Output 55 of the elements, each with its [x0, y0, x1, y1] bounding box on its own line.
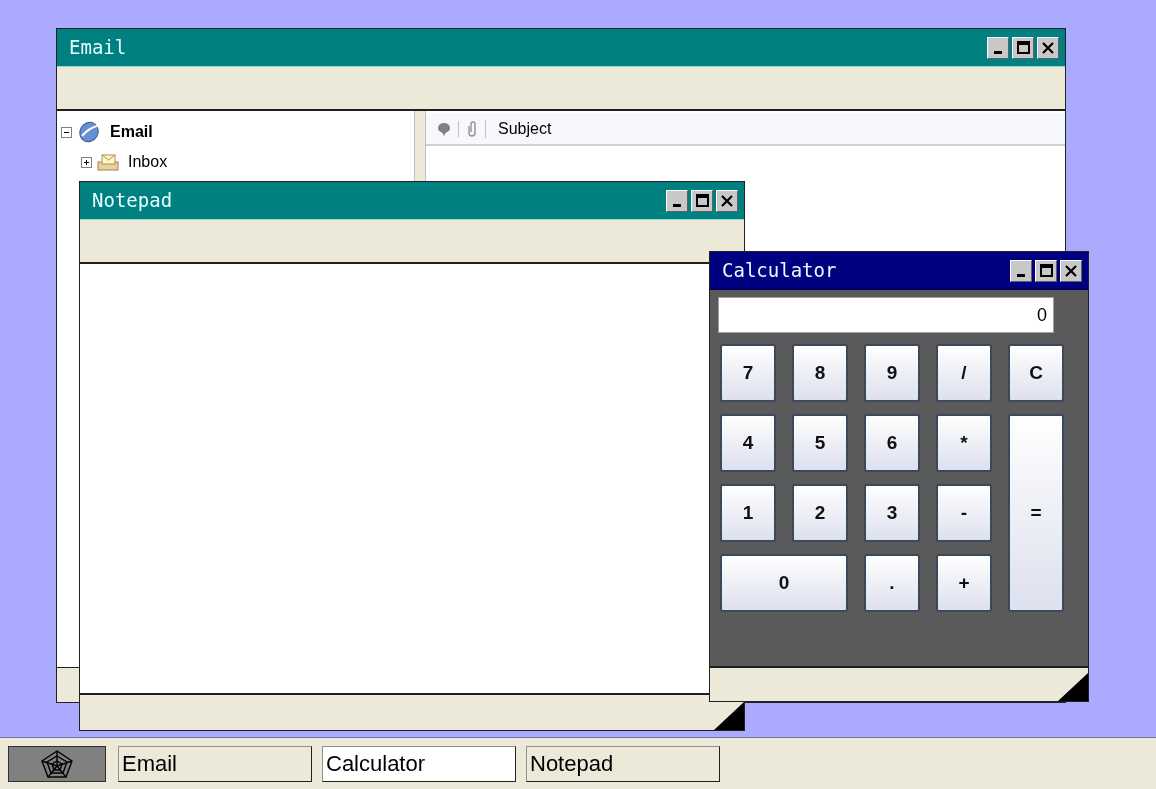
calculator-key[interactable]: *: [936, 414, 992, 472]
close-button[interactable]: [1060, 259, 1082, 282]
calculator-key[interactable]: 0: [720, 554, 848, 612]
calculator-key[interactable]: +: [936, 554, 992, 612]
maximize-icon: [695, 194, 709, 207]
spider-web-icon: [40, 748, 74, 779]
plus-icon: [82, 157, 91, 167]
minimize-icon: [673, 203, 681, 207]
calculator-key[interactable]: =: [1008, 414, 1064, 612]
column-header[interactable]: Subject: [498, 116, 552, 141]
minimize-button[interactable]: [1010, 259, 1032, 282]
minimize-button[interactable]: [987, 36, 1009, 59]
minimize-button[interactable]: [666, 189, 688, 212]
globe-icon: [76, 120, 102, 144]
calculator-key[interactable]: 8: [792, 344, 848, 402]
calculator-key[interactable]: 4: [720, 414, 776, 472]
collapse-toggle[interactable]: [61, 126, 72, 138]
calculator-key[interactable]: .: [864, 554, 920, 612]
close-icon: [1042, 41, 1054, 54]
tree-item[interactable]: Email: [110, 120, 153, 144]
window-title: Notepad: [92, 188, 173, 214]
close-icon: [1065, 264, 1077, 277]
close-button[interactable]: [716, 189, 738, 212]
taskbar-button[interactable]: Email: [118, 745, 312, 782]
calculator-key[interactable]: 2: [792, 484, 848, 542]
maximize-button[interactable]: [1035, 259, 1057, 282]
calculator-key[interactable]: 3: [864, 484, 920, 542]
maximize-button[interactable]: [691, 189, 713, 212]
taskbar-button[interactable]: Notepad: [526, 745, 720, 782]
calculator-key[interactable]: 7: [720, 344, 776, 402]
envelope-tray-icon: [96, 152, 120, 172]
expand-toggle[interactable]: [81, 156, 92, 168]
calculator-key[interactable]: C: [1008, 344, 1064, 402]
resize-grip[interactable]: [1058, 673, 1088, 701]
speech-bubble-icon: [436, 120, 452, 137]
close-button[interactable]: [1037, 36, 1059, 59]
calculator-key[interactable]: -: [936, 484, 992, 542]
minimize-icon: [994, 50, 1002, 54]
calculator-key[interactable]: 6: [864, 414, 920, 472]
paperclip-icon: [465, 119, 479, 138]
window-title: Calculator: [722, 258, 837, 284]
calculator-key[interactable]: 5: [792, 414, 848, 472]
tree-item[interactable]: Inbox: [128, 150, 168, 174]
minimize-icon: [1017, 273, 1025, 277]
calculator-key[interactable]: 9: [864, 344, 920, 402]
calculator-key[interactable]: 1: [720, 484, 776, 542]
calculator-display: 0: [718, 297, 1054, 333]
window-title: Email: [69, 35, 127, 61]
maximize-icon: [1039, 264, 1053, 277]
maximize-icon: [1016, 41, 1030, 54]
taskbar-button[interactable]: Calculator: [322, 745, 516, 782]
close-icon: [721, 194, 733, 207]
maximize-button[interactable]: [1012, 36, 1034, 59]
start-button[interactable]: [8, 745, 106, 782]
calculator-key[interactable]: /: [936, 344, 992, 402]
